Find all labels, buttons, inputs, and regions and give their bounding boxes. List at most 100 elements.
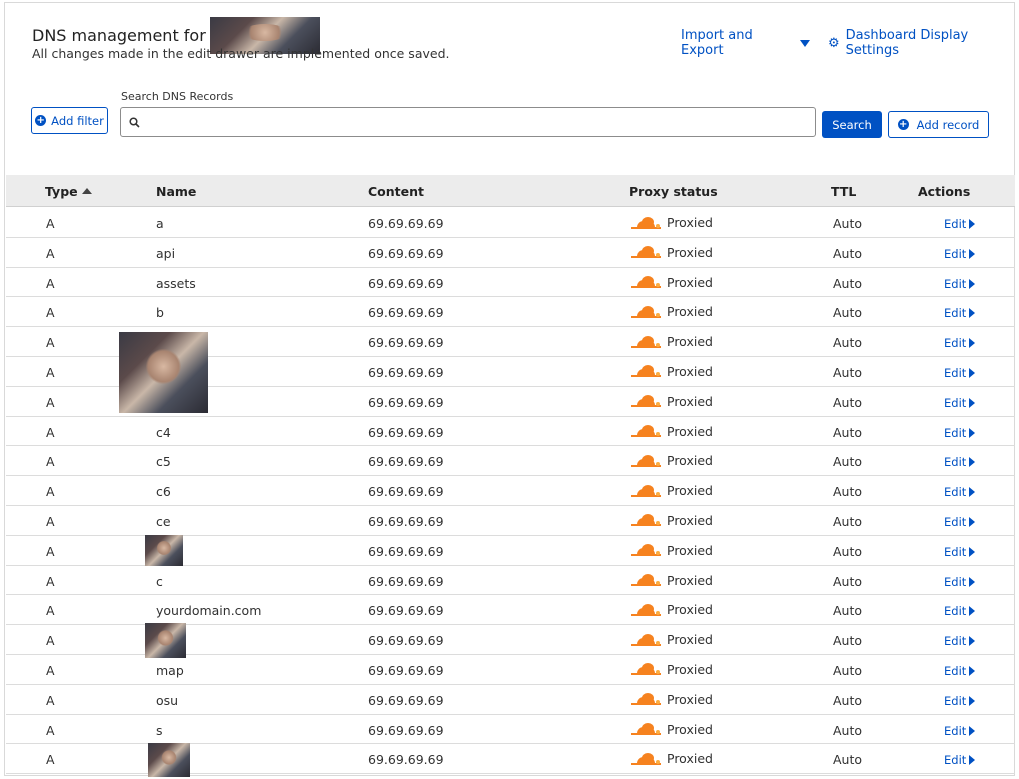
record-content: 69.69.69.69 (368, 424, 444, 440)
edit-button[interactable]: Edit (944, 336, 976, 350)
record-content: 69.69.69.69 (368, 305, 444, 321)
cloudflare-cloud-icon (631, 752, 661, 766)
proxy-status[interactable]: Proxied (631, 304, 713, 319)
proxy-status-label: Proxied (667, 244, 713, 260)
table-row[interactable]: Aassets 69.69.69.69 Proxied Auto Edit (6, 268, 1015, 298)
add-record-button[interactable]: + Add record (888, 111, 989, 138)
proxy-status[interactable]: Proxied (631, 632, 713, 647)
column-header-name[interactable]: Name (156, 184, 196, 199)
proxy-status[interactable]: Proxied (631, 245, 713, 260)
edit-button[interactable]: Edit (944, 634, 976, 648)
edit-button[interactable]: Edit (944, 277, 976, 291)
proxy-status[interactable]: Proxied (631, 692, 713, 707)
record-name: s (156, 722, 163, 738)
edit-button[interactable]: Edit (944, 217, 976, 231)
record-type: A (46, 335, 55, 351)
table-row[interactable]: Ac5 69.69.69.69 Proxied Auto Edit (6, 446, 1015, 477)
record-content: 69.69.69.69 (368, 275, 444, 291)
cloudflare-cloud-icon (631, 662, 661, 676)
proxy-status[interactable]: Proxied (631, 215, 713, 230)
chevron-right-icon (969, 427, 976, 438)
dashboard-display-settings-link[interactable]: ⚙ Dashboard Display Settings (810, 28, 1014, 58)
table-row[interactable]: Ayourdomain.com 69.69.69.69 Proxied Auto Edi… (6, 595, 1015, 626)
add-filter-label: Add filter (51, 113, 104, 128)
table-row[interactable]: Ab 69.69.69.69 Proxied Auto Edit (6, 297, 1015, 328)
edit-button[interactable]: Edit (944, 366, 976, 380)
table-row[interactable]: Ace 69.69.69.69 Proxied Auto Edit (6, 506, 1015, 536)
table-row[interactable]: Aosu 69.69.69.69 Proxied Auto Edit (6, 685, 1015, 715)
chevron-right-icon (969, 606, 976, 617)
proxy-status[interactable]: Proxied (631, 751, 713, 766)
proxy-status[interactable]: Proxied (631, 513, 713, 528)
chevron-right-icon (969, 725, 976, 736)
record-type: A (46, 275, 55, 291)
proxy-status[interactable]: Proxied (631, 483, 713, 498)
proxy-status[interactable]: Proxied (631, 722, 713, 737)
record-type: A (46, 245, 55, 261)
chevron-right-icon (969, 278, 976, 289)
record-name-photo (145, 535, 183, 566)
record-type: A (46, 454, 55, 470)
cloudflare-cloud-icon (631, 513, 661, 527)
record-type: A (46, 662, 55, 678)
proxy-status[interactable]: Proxied (631, 334, 713, 349)
edit-button[interactable]: Edit (944, 515, 976, 529)
edit-button[interactable]: Edit (944, 694, 976, 708)
proxy-status[interactable]: Proxied (631, 394, 713, 409)
edit-button[interactable]: Edit (944, 306, 976, 320)
proxy-status[interactable]: Proxied (631, 424, 713, 439)
import-export-link[interactable]: Import and Export (681, 28, 811, 58)
edit-button[interactable]: Edit (944, 485, 976, 499)
proxy-status[interactable]: Proxied (631, 364, 713, 379)
record-ttl: Auto (833, 216, 863, 231)
record-content: 69.69.69.69 (368, 245, 444, 261)
search-button[interactable]: Search (822, 111, 882, 138)
proxy-status[interactable]: Proxied (631, 543, 713, 558)
record-content: 69.69.69.69 (368, 573, 444, 589)
column-header-content[interactable]: Content (368, 184, 424, 199)
record-name-photo (148, 743, 190, 777)
column-header-proxy-status[interactable]: Proxy status (629, 184, 718, 199)
proxy-status[interactable]: Proxied (631, 275, 713, 290)
record-content: 69.69.69.69 (368, 692, 444, 708)
search-input[interactable] (146, 109, 815, 135)
table-row[interactable]: Aapi 69.69.69.69 Proxied Auto Edit (6, 238, 1015, 268)
record-ttl: Auto (833, 424, 863, 440)
record-type: A (46, 305, 55, 321)
gear-icon: ⚙ (828, 35, 840, 51)
edit-button[interactable]: Edit (944, 664, 976, 678)
table-row[interactable]: Ac6 69.69.69.69 Proxied Auto Edit (6, 476, 1015, 506)
edit-button[interactable]: Edit (944, 455, 976, 469)
proxy-status[interactable]: Proxied (631, 453, 713, 468)
record-name: map (156, 662, 184, 678)
column-header-type[interactable]: Type (45, 184, 92, 199)
record-ttl: Auto (833, 752, 863, 768)
cloudflare-cloud-icon (631, 275, 661, 289)
record-type: A (46, 633, 55, 649)
chevron-right-icon (969, 755, 976, 766)
edit-button[interactable]: Edit (944, 545, 976, 559)
table-row[interactable]: Amap 69.69.69.69 Proxied Auto Edit (6, 655, 1015, 685)
proxy-status[interactable]: Proxied (631, 602, 713, 617)
edit-button[interactable]: Edit (944, 396, 976, 410)
edit-button[interactable]: Edit (944, 575, 976, 589)
edit-button[interactable]: Edit (944, 426, 976, 440)
edit-button[interactable]: Edit (944, 753, 976, 767)
column-header-actions: Actions (918, 184, 971, 199)
chevron-right-icon (969, 576, 976, 587)
proxy-status[interactable]: Proxied (631, 573, 713, 588)
record-type: A (46, 573, 55, 589)
edit-button[interactable]: Edit (944, 247, 976, 261)
table-row[interactable]: Aa 69.69.69.69 Proxied Auto Edit (6, 208, 1015, 238)
cloudflare-cloud-icon (631, 335, 661, 349)
table-row[interactable]: As 69.69.69.69 Proxied Auto Edit (6, 715, 1015, 745)
proxy-status[interactable]: Proxied (631, 662, 713, 677)
edit-button[interactable]: Edit (944, 604, 976, 618)
search-field[interactable] (120, 107, 816, 137)
add-filter-button[interactable]: + Add filter (31, 107, 108, 134)
chevron-right-icon (969, 665, 976, 676)
table-row[interactable]: Ac 69.69.69.69 Proxied Auto Edit (6, 566, 1015, 596)
edit-button[interactable]: Edit (944, 724, 976, 738)
table-row[interactable]: Ac4 69.69.69.69 Proxied Auto Edit (6, 417, 1015, 447)
column-header-ttl[interactable]: TTL (831, 184, 856, 199)
